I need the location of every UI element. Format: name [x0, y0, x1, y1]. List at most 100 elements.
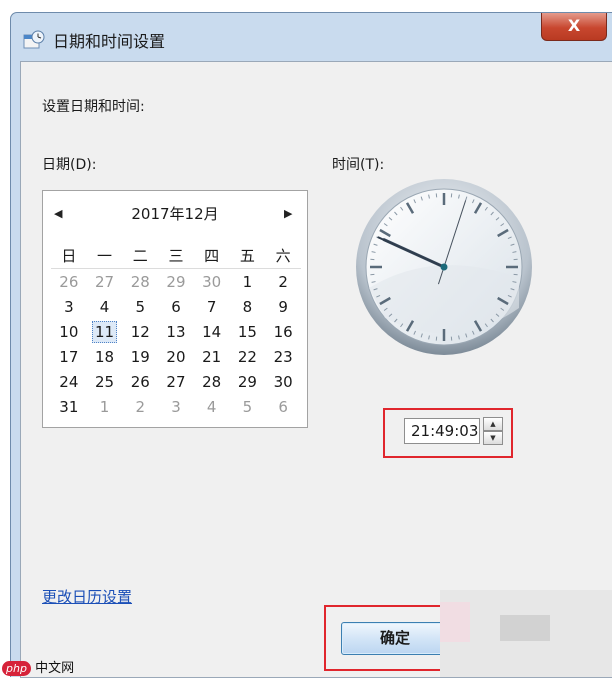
blurred-region	[500, 615, 550, 641]
calendar-day[interactable]: 21	[194, 344, 230, 369]
calendar-day-label: 28	[131, 273, 150, 291]
close-button[interactable]: X	[541, 13, 607, 41]
calendar-day-other-month[interactable]: 28	[122, 269, 158, 295]
weekday-header: 一	[87, 243, 123, 269]
calendar-day-other-month[interactable]: 1	[87, 394, 123, 419]
calendar-day-label: 1	[100, 398, 110, 416]
calendar-day-label: 24	[59, 373, 78, 391]
calendar-day-label: 29	[166, 273, 185, 291]
calendar-day-other-month[interactable]: 29	[158, 269, 194, 295]
weekday-header: 三	[158, 243, 194, 269]
date-time-app-icon	[23, 30, 45, 50]
calendar-day[interactable]: 25	[87, 369, 123, 394]
spin-down-button[interactable]: ▼	[483, 431, 503, 445]
calendar-day-other-month[interactable]: 5	[230, 394, 266, 419]
calendar-day-label: 4	[207, 398, 217, 416]
calendar-day[interactable]: 27	[158, 369, 194, 394]
calendar-day[interactable]: 20	[158, 344, 194, 369]
calendar-day-label: 29	[238, 373, 257, 391]
next-month-icon[interactable]: ▶	[284, 207, 292, 220]
calendar-day[interactable]: 12	[122, 319, 158, 344]
calendar-day-label: 10	[59, 323, 78, 341]
watermark-logo: php	[2, 661, 31, 676]
calendar-month-title[interactable]: 2017年12月	[43, 203, 307, 224]
weekday-header-row: 日一二三四五六	[51, 243, 301, 269]
calendar-day[interactable]: 19	[122, 344, 158, 369]
calendar-day-label: 4	[100, 298, 110, 316]
calendar-day[interactable]: 16	[265, 319, 301, 344]
clock-center-cap	[441, 264, 448, 271]
calendar-day[interactable]: 18	[87, 344, 123, 369]
calendar-day[interactable]: 10	[51, 319, 87, 344]
weekday-header: 四	[194, 243, 230, 269]
calendar-day-selected[interactable]: 11	[87, 319, 123, 344]
calendar-day[interactable]: 14	[194, 319, 230, 344]
calendar-day[interactable]: 29	[230, 369, 266, 394]
calendar-day-label: 1	[243, 273, 253, 291]
ok-button[interactable]: 确定	[341, 622, 449, 655]
calendar-day-label: 22	[238, 348, 257, 366]
weekday-header: 五	[230, 243, 266, 269]
calendar-day-label: 30	[202, 273, 221, 291]
calendar-day[interactable]: 31	[51, 394, 87, 419]
spin-up-button[interactable]: ▲	[483, 417, 503, 431]
time-spinner[interactable]: ▲ ▼	[483, 417, 503, 445]
calendar-week-row: 17 18 19 20 21 22 23	[51, 344, 301, 369]
calendar-day[interactable]: 24	[51, 369, 87, 394]
calendar-day[interactable]: 9	[265, 294, 301, 319]
month-calendar[interactable]: ◀ 2017年12月 ▶ 日一二三四五六26272829301234567891…	[42, 190, 308, 428]
time-input[interactable]: 21:49:03	[404, 418, 480, 444]
calendar-day-other-month[interactable]: 6	[265, 394, 301, 419]
calendar-day[interactable]: 15	[230, 319, 266, 344]
calendar-week-row: 26 27 28 29 30 1 2	[51, 269, 301, 295]
dialog-heading: 设置日期和时间:	[42, 96, 145, 116]
calendar-day[interactable]: 17	[51, 344, 87, 369]
calendar-day[interactable]: 2	[265, 269, 301, 295]
calendar-day-other-month[interactable]: 4	[194, 394, 230, 419]
calendar-day-label: 2	[278, 273, 288, 291]
calendar-day[interactable]: 22	[230, 344, 266, 369]
calendar-day[interactable]: 4	[87, 294, 123, 319]
calendar-day-label: 21	[202, 348, 221, 366]
calendar-day[interactable]: 13	[158, 319, 194, 344]
calendar-day-label: 28	[202, 373, 221, 391]
calendar-day[interactable]: 28	[194, 369, 230, 394]
close-icon: X	[568, 16, 580, 35]
calendar-day[interactable]: 30	[265, 369, 301, 394]
calendar-day-other-month[interactable]: 26	[51, 269, 87, 295]
calendar-day-label: 7	[207, 298, 217, 316]
calendar-day-other-month[interactable]: 27	[87, 269, 123, 295]
title-bar[interactable]: 日期和时间设置 X	[11, 13, 612, 61]
calendar-week-row: 24 25 26 27 28 29 30	[51, 369, 301, 394]
calendar-day[interactable]: 23	[265, 344, 301, 369]
weekday-header: 六	[265, 243, 301, 269]
site-watermark: php 中文网	[2, 657, 74, 676]
calendar-day-label: 12	[131, 323, 150, 341]
calendar-day-label: 14	[202, 323, 221, 341]
calendar-day-label: 16	[274, 323, 293, 341]
calendar-day-label: 18	[95, 348, 114, 366]
calendar-day[interactable]: 1	[230, 269, 266, 295]
calendar-day-label: 26	[131, 373, 150, 391]
date-time-dialog: 日期和时间设置 X 设置日期和时间: 日期(D): 时间(T): ◀ 2017年…	[10, 12, 612, 677]
calendar-day-label: 5	[243, 398, 253, 416]
calendar-day[interactable]: 8	[230, 294, 266, 319]
date-label: 日期(D):	[42, 154, 96, 174]
calendar-day[interactable]: 7	[194, 294, 230, 319]
calendar-day-other-month[interactable]: 30	[194, 269, 230, 295]
calendar-day-label: 20	[166, 348, 185, 366]
calendar-day-label: 23	[274, 348, 293, 366]
calendar-day[interactable]: 3	[51, 294, 87, 319]
calendar-day-label: 5	[135, 298, 145, 316]
calendar-day[interactable]: 6	[158, 294, 194, 319]
calendar-day-other-month[interactable]: 3	[158, 394, 194, 419]
calendar-day[interactable]: 5	[122, 294, 158, 319]
weekday-header: 二	[122, 243, 158, 269]
calendar-day-other-month[interactable]: 2	[122, 394, 158, 419]
analog-clock	[355, 178, 533, 356]
change-calendar-settings-link[interactable]: 更改日历设置	[42, 586, 132, 607]
calendar-day-label: 2	[135, 398, 145, 416]
calendar-day-label: 27	[95, 273, 114, 291]
calendar-day-label: 31	[59, 398, 78, 416]
calendar-day[interactable]: 26	[122, 369, 158, 394]
